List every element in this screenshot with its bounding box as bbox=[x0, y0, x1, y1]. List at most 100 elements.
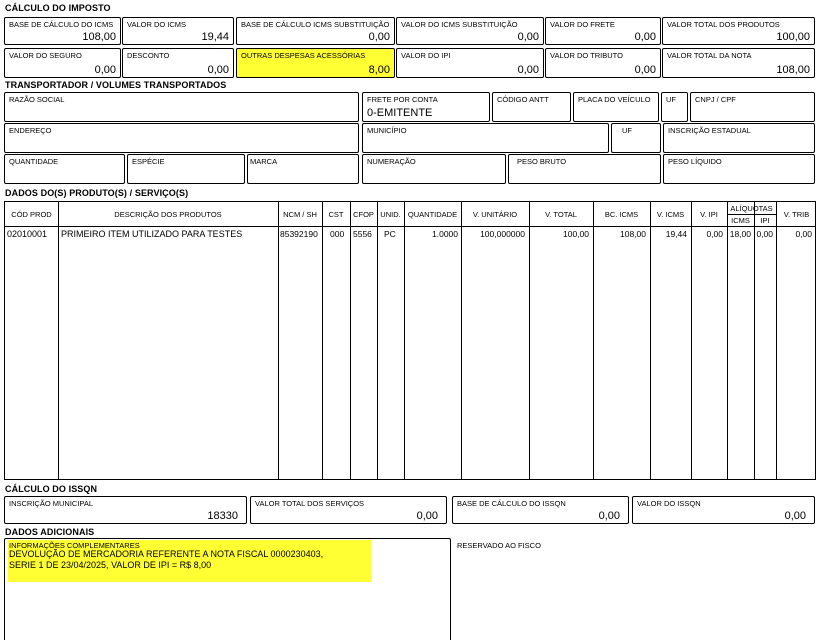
field-label: VALOR DO TRIBUTO bbox=[550, 51, 623, 60]
field-label: BASE DE CÁLCULO DO ISSQN bbox=[457, 499, 566, 508]
header-v-ipi: V. IPI bbox=[700, 210, 718, 219]
informacoes-line-1: DEVOLUÇÃO DE MERCADORIA REFERENTE A NOTA… bbox=[9, 549, 324, 559]
field-valor-issqn: VALOR DO ISSQN 0,00 bbox=[632, 496, 815, 524]
header-aliq-icms: ICMS bbox=[731, 216, 750, 225]
field-value: 19,44 bbox=[201, 31, 229, 43]
field-label: UF bbox=[622, 126, 632, 135]
cell-v-ipi: 0,00 bbox=[706, 229, 723, 239]
field-placa-veiculo: PLACA DO VEÍCULO bbox=[573, 92, 659, 122]
field-desconto: DESCONTO 0,00 bbox=[122, 48, 234, 78]
field-frete-por-conta: FRETE POR CONTA 0-EMITENTE bbox=[362, 92, 490, 122]
field-value: 0,00 bbox=[634, 31, 656, 43]
field-label: PLACA DO VEÍCULO bbox=[578, 95, 651, 104]
field-value: 0,00 bbox=[517, 64, 539, 76]
field-inscricao-estadual: INSCRIÇÃO ESTADUAL bbox=[663, 123, 815, 153]
field-value: 0,00 bbox=[368, 31, 390, 43]
field-outras-despesas-highlighted: OUTRAS DESPESAS ACESSÓRIAS 8,00 bbox=[236, 48, 395, 78]
field-value: 108,00 bbox=[776, 64, 810, 76]
field-especie: ESPÉCIE bbox=[127, 154, 245, 184]
field-label: MARCA bbox=[250, 157, 278, 166]
cell-v-trib: 0,00 bbox=[795, 229, 812, 239]
header-v-total: V. TOTAL bbox=[545, 210, 577, 219]
informacoes-complementares-box: INFORMAÇÕES COMPLEMENTARES DEVOLUÇÃO DE … bbox=[4, 538, 451, 640]
field-base-issqn: BASE DE CÁLCULO DO ISSQN 0,00 bbox=[452, 496, 629, 524]
field-valor-icms: VALOR DO ICMS 19,44 bbox=[122, 17, 234, 45]
field-valor-ipi: VALOR DO IPI 0,00 bbox=[396, 48, 544, 78]
header-v-unitario: V. UNITÁRIO bbox=[472, 210, 518, 219]
field-label: UF bbox=[666, 95, 676, 104]
products-table: CÓD PROD DESCRIÇÃO DOS PRODUTOS NCM / SH… bbox=[4, 201, 816, 480]
cell-descricao: PRIMEIRO ITEM UTILIZADO PARA TESTES bbox=[61, 229, 243, 239]
field-label: INSCRIÇÃO MUNICIPAL bbox=[9, 499, 94, 508]
field-marca: MARCA bbox=[247, 154, 359, 184]
header-v-icms: V. ICMS bbox=[656, 210, 685, 219]
field-valor-total-nota: VALOR TOTAL DA NOTA 108,00 bbox=[662, 48, 815, 78]
field-label: VALOR DO ICMS SUBSTITUIÇÃO bbox=[401, 20, 518, 29]
field-label: VALOR DO FRETE bbox=[550, 20, 615, 29]
reservado-fisco-label: RESERVADO AO FISCO bbox=[457, 541, 541, 550]
field-valor-tributo: VALOR DO TRIBUTO 0,00 bbox=[545, 48, 661, 78]
header-unid: UNID. bbox=[380, 210, 401, 219]
field-label: PESO BRUTO bbox=[517, 157, 567, 166]
cell-v-unitario: 100,000000 bbox=[480, 229, 525, 239]
header-cfop: CFOP bbox=[353, 210, 374, 219]
cell-v-total: 100,00 bbox=[563, 229, 589, 239]
field-label: CÓDIGO ANTT bbox=[497, 95, 549, 104]
field-value: 0,00 bbox=[784, 510, 806, 522]
cell-unid: PC bbox=[384, 229, 396, 239]
section-dados-adicionais-title: DADOS ADICIONAIS bbox=[5, 527, 95, 537]
field-peso-liquido: PESO LÍQUIDO bbox=[663, 154, 815, 184]
field-label: VALOR TOTAL DA NOTA bbox=[667, 51, 752, 60]
cell-v-icms: 19,44 bbox=[665, 229, 687, 239]
header-descricao: DESCRIÇÃO DOS PRODUTOS bbox=[114, 210, 222, 219]
header-quantidade: QUANTIDADE bbox=[407, 210, 458, 219]
field-codigo-antt: CÓDIGO ANTT bbox=[492, 92, 571, 122]
field-label: RAZÃO SOCIAL bbox=[9, 95, 65, 104]
header-aliq-ipi: IPI bbox=[760, 216, 770, 225]
field-value: 0,00 bbox=[517, 31, 539, 43]
header-cst: CST bbox=[328, 210, 344, 219]
field-label: OUTRAS DESPESAS ACESSÓRIAS bbox=[241, 51, 366, 60]
field-endereco: ENDEREÇO bbox=[4, 123, 359, 153]
field-quantidade-volumes: QUANTIDADE bbox=[4, 154, 125, 184]
field-label: QUANTIDADE bbox=[9, 157, 59, 166]
field-inscricao-municipal: INSCRIÇÃO MUNICIPAL 18330 bbox=[4, 496, 247, 524]
field-value: 100,00 bbox=[776, 31, 810, 43]
field-value: 0,00 bbox=[634, 64, 656, 76]
cell-cfop: 5556 bbox=[353, 229, 372, 239]
field-peso-bruto: PESO BRUTO bbox=[508, 154, 661, 184]
field-municipio: MUNICÍPIO bbox=[362, 123, 609, 153]
cell-aliq-icms: 18,00 bbox=[729, 229, 751, 239]
field-value: 0-EMITENTE bbox=[367, 107, 433, 119]
field-label: PESO LÍQUIDO bbox=[668, 157, 722, 166]
field-valor-frete: VALOR DO FRETE 0,00 bbox=[545, 17, 661, 45]
field-value: 8,00 bbox=[368, 64, 390, 76]
cell-cod-prod: 02010001 bbox=[7, 229, 48, 239]
field-value: 0,00 bbox=[416, 510, 438, 522]
field-value: 108,00 bbox=[82, 31, 116, 43]
field-label: INSCRIÇÃO ESTADUAL bbox=[668, 126, 751, 135]
field-valor-seguro: VALOR DO SEGURO 0,00 bbox=[4, 48, 121, 78]
header-ncm: NCM / SH bbox=[283, 210, 317, 219]
field-label: VALOR TOTAL DOS PRODUTOS bbox=[667, 20, 780, 29]
field-label: VALOR DO ISSQN bbox=[637, 499, 701, 508]
header-v-trib: V. TRIB bbox=[783, 210, 810, 219]
section-issqn-title: CÁLCULO DO ISSQN bbox=[5, 484, 98, 494]
section-transportador-title: TRANSPORTADOR / VOLUMES TRANSPORTADOS bbox=[5, 80, 227, 90]
field-base-icms-st: BASE DE CÁLCULO ICMS SUBSTITUIÇÃO 0,00 bbox=[236, 17, 395, 45]
field-label: VALOR DO SEGURO bbox=[9, 51, 82, 60]
cell-quantidade: 1.0000 bbox=[432, 229, 458, 239]
field-base-calculo-icms: BASE DE CÁLCULO DO ICMS 108,00 bbox=[4, 17, 121, 45]
field-cnpj-cpf: CNPJ / CPF bbox=[690, 92, 815, 122]
field-value: 0,00 bbox=[94, 64, 116, 76]
header-bc-icms: BC. ICMS bbox=[604, 210, 639, 219]
field-label: VALOR DO ICMS bbox=[127, 20, 187, 29]
field-razao-social: RAZÃO SOCIAL bbox=[4, 92, 359, 122]
section-calculo-imposto-title: CÁLCULO DO IMPOSTO bbox=[5, 3, 111, 13]
field-uf-endereco: UF bbox=[611, 123, 661, 153]
field-label: CNPJ / CPF bbox=[695, 95, 736, 104]
header-cod-prod: CÓD PROD bbox=[11, 210, 52, 219]
cell-ncm: 85392190 bbox=[280, 229, 318, 239]
section-produtos-title: DADOS DO(S) PRODUTO(S) / SERVIÇO(S) bbox=[5, 188, 189, 198]
field-label: VALOR DO IPI bbox=[401, 51, 451, 60]
